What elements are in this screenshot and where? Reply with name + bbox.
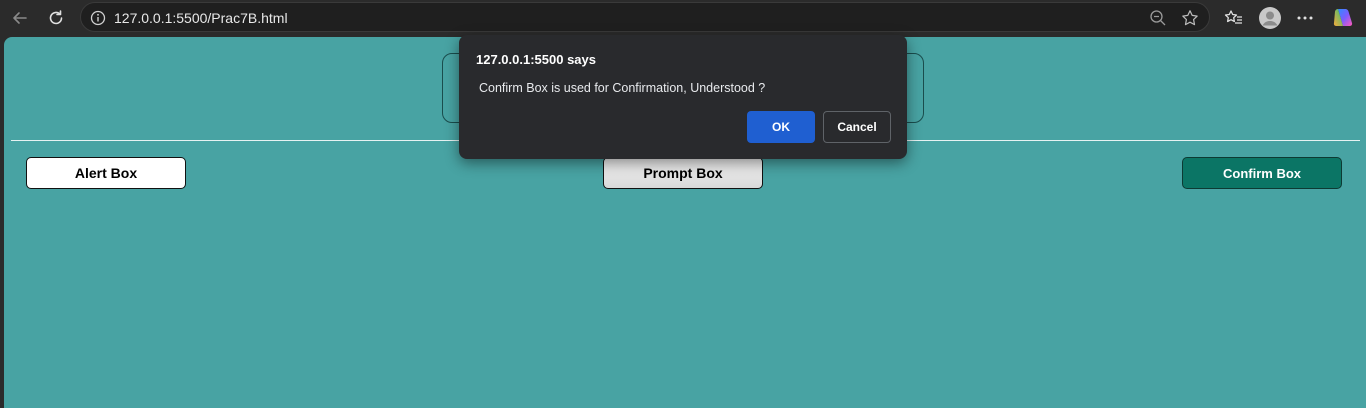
cancel-button[interactable]: Cancel — [823, 111, 891, 143]
more-icon[interactable] — [1293, 6, 1317, 30]
prompt-box-button[interactable]: Prompt Box — [603, 157, 763, 189]
confirm-box-button[interactable]: Confirm Box — [1182, 157, 1342, 189]
zoom-out-icon[interactable] — [1149, 9, 1167, 27]
alert-box-button[interactable]: Alert Box — [26, 157, 186, 189]
address-bar[interactable]: 127.0.0.1:5500/Prac7B.html — [80, 2, 1210, 32]
url-text[interactable]: 127.0.0.1:5500/Prac7B.html — [114, 10, 288, 26]
browser-toolbar: 127.0.0.1:5500/Prac7B.html — [0, 0, 1366, 36]
confirm-dialog: 127.0.0.1:5500 says Confirm Box is used … — [459, 35, 907, 159]
back-arrow-icon[interactable] — [8, 6, 32, 30]
dialog-title: 127.0.0.1:5500 says — [476, 52, 596, 67]
star-icon[interactable] — [1181, 9, 1199, 27]
refresh-icon[interactable] — [44, 6, 68, 30]
profile-icon[interactable] — [1258, 6, 1282, 30]
copilot-icon[interactable] — [1331, 6, 1355, 30]
dialog-message: Confirm Box is used for Confirmation, Un… — [479, 81, 766, 95]
info-icon[interactable] — [90, 10, 106, 26]
favorites-icon[interactable] — [1222, 6, 1246, 30]
ok-button[interactable]: OK — [747, 111, 815, 143]
